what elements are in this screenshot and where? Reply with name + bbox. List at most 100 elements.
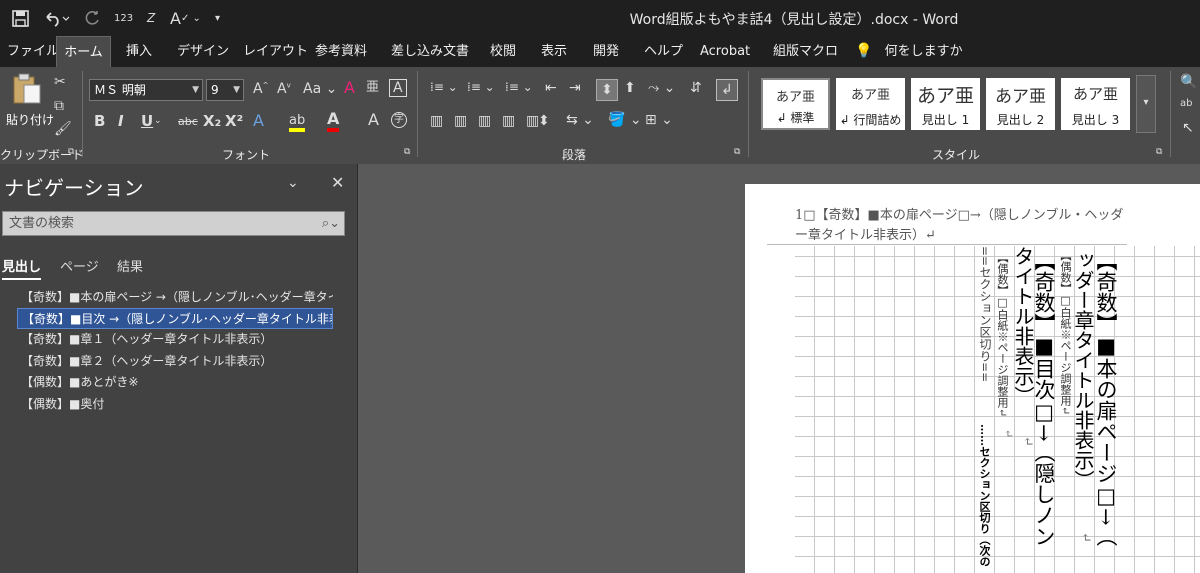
align-top-icon[interactable]: ▥ <box>430 114 443 128</box>
paragraph-mark-icon[interactable]: ↲ <box>716 79 738 101</box>
styles-more-icon[interactable]: ▾ <box>1136 75 1156 133</box>
replace-icon[interactable]: ab <box>1180 99 1192 109</box>
tab-design[interactable]: デザイン <box>177 36 229 67</box>
justify-icon[interactable]: ▥ <box>502 114 515 128</box>
style-name: 見出し 1 <box>921 113 970 127</box>
tab-typesetting-macro[interactable]: 組版マクロ <box>773 36 838 67</box>
style-heading-2[interactable]: あア亜 見出し 2 <box>986 78 1055 130</box>
change-case-icon[interactable]: Aa ⌄ <box>303 82 337 96</box>
align-bottom-icon[interactable]: ▥ <box>478 114 491 128</box>
shading-icon[interactable]: 🪣 ⌄ <box>608 113 642 127</box>
style-heading-1[interactable]: あア亜 見出し 1 <box>911 78 980 130</box>
strikethrough-button[interactable]: abc <box>178 116 198 127</box>
style-name: 見出し 2 <box>996 113 1045 127</box>
numbering-icon[interactable]: ⁞≡ ⌄ <box>467 81 495 93</box>
tab-acrobat[interactable]: Acrobat <box>700 36 750 67</box>
font-size-combo[interactable]: 9 ▼ <box>206 79 244 101</box>
tab-mailings[interactable]: 差し込み文書 <box>391 36 469 67</box>
clipboard-icon <box>13 73 41 104</box>
tab-help[interactable]: ヘルプ <box>644 36 683 67</box>
document-page[interactable]: 1□【奇数】■本の扉ページ□→（隠しノンブル・ヘッダー章タイトル非表示）↵ 【奇… <box>745 184 1200 573</box>
tab-review[interactable]: 校閲 <box>490 36 516 67</box>
copy-icon[interactable]: ⧉ <box>54 99 64 113</box>
line-spacing-icon[interactable]: ⬍ <box>538 114 550 128</box>
tab-pages[interactable]: ページ <box>60 256 99 275</box>
chevron-down-icon[interactable]: ⌄ <box>154 117 162 126</box>
font-color-icon[interactable]: A <box>327 109 340 132</box>
tell-me-box[interactable]: 💡 何をしますか <box>855 36 963 67</box>
bold-button[interactable]: B <box>94 114 105 129</box>
align-center-icon[interactable]: ▥ <box>454 114 467 128</box>
body-text-column: 【奇数】■本の扉ページ□→（ <box>1094 250 1118 547</box>
style-name: ↲ 標準 <box>776 111 815 125</box>
borders-icon[interactable]: ⊞ ⌄ <box>645 113 673 127</box>
heading-item[interactable]: 【奇数】■本の扉ページ →（隠しノンブル･ヘッダー章タイトル… <box>17 287 333 308</box>
pane-options-icon[interactable]: ⌄ <box>287 175 299 191</box>
spacing-icon[interactable]: ⇆ ⌄ <box>566 113 594 127</box>
heading-item[interactable]: 【奇数】■章２（ヘッダー章タイトル非表示） <box>17 351 333 372</box>
tab-developer[interactable]: 開発 <box>593 36 619 67</box>
body-text-column: ッダー章タイトル非表示） <box>1071 250 1095 490</box>
subscript-button[interactable]: X₂ <box>203 114 221 129</box>
clear-formatting-icon[interactable]: A <box>344 80 355 96</box>
body-text-column: 【偶数】□白紙※ページ調整用↵ <box>996 252 1009 418</box>
font-name-combo[interactable]: ＭＳ 明朝 ▼ <box>89 79 203 101</box>
enclose-characters-icon[interactable]: 字 <box>391 112 407 128</box>
phonetic-guide-icon[interactable]: 亜 <box>366 81 379 94</box>
clipboard-launcher-icon[interactable]: ⧉ <box>68 148 74 157</box>
tab-headings[interactable]: 見出し <box>2 256 42 280</box>
search-icon[interactable]: ⌕⌄ <box>322 212 340 235</box>
heading-item[interactable]: 【奇数】■章１（ヘッダー章タイトル非表示） <box>17 329 333 350</box>
document-search-input[interactable]: 文書の検索 ⌕⌄ <box>2 211 345 236</box>
chevron-down-icon: ▼ <box>192 85 199 95</box>
paragraph-launcher-icon[interactable]: ⧉ <box>734 148 740 157</box>
style-name: 見出し 3 <box>1071 113 1120 127</box>
style-heading-3[interactable]: あア亜 見出し 3 <box>1061 78 1130 130</box>
window-title: Word組版よもやま話4（見出し設定）.docx - Word <box>629 12 959 28</box>
multilevel-list-icon[interactable]: ⁞≡ ⌄ <box>505 81 533 93</box>
character-shading-icon[interactable]: A <box>368 112 379 128</box>
close-icon[interactable]: ✕ <box>331 173 344 192</box>
superscript-button[interactable]: X² <box>225 114 243 129</box>
text-direction-icon[interactable]: ⬍ <box>596 79 618 101</box>
tab-view[interactable]: 表示 <box>541 36 567 67</box>
ribbon-tabs: ファイル ホーム 挿入 デザイン レイアウト 参考資料 差し込み文書 校閲 表示… <box>0 36 1200 67</box>
grow-font-icon[interactable]: A^ <box>253 82 268 96</box>
tab-layout[interactable]: レイアウト <box>243 36 308 67</box>
heading-item[interactable]: 【偶数】■奥付 <box>17 394 333 415</box>
tab-results[interactable]: 結果 <box>117 256 143 275</box>
style-normal[interactable]: あア亜 ↲ 標準 <box>761 78 830 130</box>
text-effects-icon[interactable]: A <box>253 113 264 129</box>
style-no-spacing[interactable]: あア亜 ↲ 行間詰め <box>836 78 905 130</box>
cut-icon[interactable]: ✂ <box>54 75 66 89</box>
paste-label: 貼り付け <box>6 113 55 127</box>
decrease-indent-icon[interactable]: ⇤ <box>545 81 557 95</box>
shrink-font-icon[interactable]: Av <box>277 82 291 96</box>
bullets-icon[interactable]: ⁞≡ ⌄ <box>430 81 458 93</box>
styles-launcher-icon[interactable]: ⧉ <box>1156 148 1162 157</box>
increase-indent-icon[interactable]: ⇥ <box>569 81 581 95</box>
show-hide-icon[interactable]: ⇵ <box>690 81 702 95</box>
tab-insert[interactable]: 挿入 <box>126 36 152 67</box>
lightbulb-icon: 💡 <box>855 43 873 59</box>
sort-icon[interactable]: ⤳ ⌄ <box>648 81 675 95</box>
underline-button[interactable]: U <box>141 114 153 129</box>
style-preview: あア亜 <box>1072 85 1118 103</box>
highlight-icon[interactable]: ab <box>289 113 306 132</box>
font-launcher-icon[interactable]: ⧉ <box>404 148 410 157</box>
tab-home[interactable]: ホーム <box>56 36 111 67</box>
font-group-label: フォント <box>222 148 271 162</box>
select-icon[interactable]: ↖ <box>1182 121 1194 135</box>
body-text-column: タイトル非表示） <box>1011 246 1035 406</box>
tab-file[interactable]: ファイル <box>7 36 59 67</box>
align-icon[interactable]: ⬆ <box>624 81 636 95</box>
heading-item-selected[interactable]: 【奇数】■目次 →（隠しノンブル･ヘッダー章タイトル非表示） <box>17 308 333 329</box>
italic-button[interactable]: I <box>118 114 124 129</box>
format-painter-icon[interactable]: 🖌 <box>54 122 72 136</box>
character-border-icon[interactable]: A <box>389 79 407 97</box>
heading-item[interactable]: 【偶数】■あとがき※ <box>17 372 333 393</box>
tab-references[interactable]: 参考資料 <box>315 36 367 67</box>
style-preview: あア亜 <box>850 88 890 103</box>
find-icon[interactable]: 🔍 <box>1180 75 1197 89</box>
paste-button[interactable]: 貼り付け <box>6 73 54 131</box>
